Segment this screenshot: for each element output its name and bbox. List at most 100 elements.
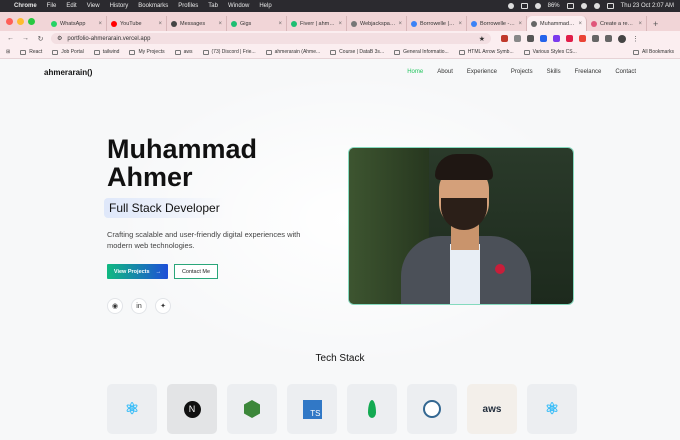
maximize-window-button[interactable] — [28, 18, 35, 25]
download-icon[interactable] — [605, 35, 612, 42]
bookmark-aws[interactable]: aws — [174, 49, 193, 55]
reload-icon[interactable]: ↻ — [36, 35, 45, 43]
bookmark-tailwind[interactable]: tailwind — [93, 49, 119, 55]
menu-view[interactable]: View — [87, 3, 100, 9]
tab-close-icon[interactable]: × — [278, 21, 282, 27]
tab-label: Muhammad A... — [540, 20, 576, 27]
bookmark-html-arrow[interactable]: HTML Arrow Symb... — [458, 49, 514, 55]
linkedin-icon[interactable]: in — [131, 298, 147, 314]
forward-arrow-icon[interactable]: → — [21, 35, 30, 42]
tab-whatsapp[interactable]: WhatsApp × — [47, 16, 107, 31]
tab-favicon — [231, 20, 237, 27]
url-text[interactable]: portfolio-ahmerarain.vercel.app — [67, 36, 150, 42]
tab-webjacksparrow[interactable]: Webjacksparrow× — [347, 16, 407, 31]
all-bookmarks[interactable]: All Bookmarks — [633, 49, 674, 55]
bookmark-react[interactable]: React — [20, 49, 42, 55]
bookmark-job-portal[interactable]: Job Portal — [52, 49, 84, 55]
menu-tab[interactable]: Tab — [208, 3, 218, 9]
extension-icon[interactable] — [553, 35, 560, 42]
nav-home[interactable]: Home — [407, 69, 423, 75]
nav-projects[interactable]: Projects — [511, 69, 533, 75]
site-logo[interactable]: ahmerarain() — [44, 68, 92, 77]
new-tab-icon[interactable]: + — [653, 16, 658, 31]
record-icon[interactable] — [507, 3, 514, 9]
bookmark-various-styles[interactable]: Various Styles CS... — [523, 49, 577, 55]
gmail-icon[interactable] — [579, 35, 586, 42]
view-projects-button[interactable]: View Projects → — [107, 264, 168, 279]
tab-close-icon[interactable]: × — [638, 21, 642, 27]
kebab-menu-icon[interactable]: ⋮ — [632, 35, 639, 43]
address-bar[interactable]: ⚙ portfolio-ahmerarain.vercel.app ★ — [51, 33, 491, 44]
site-info-icon[interactable]: ⚙ — [57, 35, 62, 42]
back-arrow-icon[interactable]: ← — [6, 35, 15, 42]
tab-messages[interactable]: Messages × — [167, 16, 227, 31]
tab-borrowelle-1[interactable]: Borrowelle | Tu...× — [407, 16, 467, 31]
nav-contact[interactable]: Contact — [615, 69, 636, 75]
tab-close-icon[interactable]: × — [458, 21, 462, 27]
social-links: ◉ in ✦ — [107, 298, 171, 314]
menu-clock[interactable]: Thu 23 Oct 2:07 AM — [621, 3, 674, 9]
bookmark-label: All Bookmarks — [642, 49, 674, 55]
apps-grid-icon[interactable]: ⊞ — [6, 49, 10, 55]
folder-icon — [633, 49, 640, 55]
control-center-icon[interactable] — [606, 3, 614, 9]
tab-close-icon[interactable]: × — [578, 21, 582, 27]
menu-profiles[interactable]: Profiles — [178, 3, 198, 9]
nav-freelance[interactable]: Freelance — [575, 69, 602, 75]
menu-app-name[interactable]: Chrome — [14, 3, 37, 9]
tab-portfolio-active[interactable]: Muhammad A... × — [527, 16, 587, 31]
nav-about[interactable]: About — [437, 69, 453, 75]
user-icon[interactable] — [534, 3, 541, 9]
tab-youtube[interactable]: YouTube × — [107, 16, 167, 31]
extension-icon[interactable] — [501, 35, 508, 42]
tab-close-icon[interactable]: × — [398, 21, 402, 27]
bookmark-discord[interactable]: (73) Discord | Frie... — [202, 49, 256, 55]
menu-window[interactable]: Window — [228, 3, 249, 9]
profile-photo — [349, 148, 573, 304]
tab-close-icon[interactable]: × — [98, 21, 102, 27]
extension-icon[interactable] — [540, 35, 547, 42]
extension-icon[interactable] — [566, 35, 573, 42]
close-window-button[interactable] — [6, 18, 13, 25]
battery-icon[interactable] — [566, 3, 574, 9]
bookmark-star-icon[interactable]: ★ — [479, 35, 485, 43]
tab-label: Gigs — [240, 20, 252, 27]
puzzle-icon[interactable] — [592, 35, 599, 42]
bookmark-label: aws — [183, 49, 193, 55]
github-icon[interactable]: ◉ — [107, 298, 123, 314]
extension-icon[interactable] — [514, 35, 521, 42]
tab-borrowelle-2[interactable]: Borrowelle - K... × — [467, 16, 527, 31]
menu-bookmarks[interactable]: Bookmarks — [138, 3, 168, 9]
tab-fiverr[interactable]: Fiverr | ahmer... × — [287, 16, 347, 31]
tab-close-icon[interactable]: × — [218, 21, 222, 27]
tab-close-icon[interactable]: × — [158, 21, 162, 27]
search-icon[interactable] — [593, 3, 600, 9]
menu-help[interactable]: Help — [259, 3, 271, 9]
nodejs-icon — [244, 400, 260, 418]
bookmark-github[interactable]: ahmerarain (Ahme... — [265, 49, 320, 55]
nav-experience[interactable]: Experience — [467, 69, 497, 75]
menu-file[interactable]: File — [47, 3, 57, 9]
tab-favicon — [51, 20, 57, 27]
twitter-icon[interactable]: ✦ — [155, 298, 171, 314]
nav-skills[interactable]: Skills — [547, 69, 561, 75]
tab-create-record[interactable]: Create a recor...× — [587, 16, 647, 31]
page-icon — [458, 49, 465, 55]
minimize-window-button[interactable] — [17, 18, 24, 25]
menu-history[interactable]: History — [110, 3, 129, 9]
tab-gigs[interactable]: Gigs × — [227, 16, 287, 31]
contact-me-button[interactable]: Contact Me — [174, 264, 218, 279]
bookmark-label: Job Portal — [61, 49, 84, 55]
bookmark-my-projects[interactable]: My Projects — [129, 49, 165, 55]
bookmark-course[interactable]: Course | DataB 3s... — [330, 49, 384, 55]
wifi-icon[interactable] — [580, 3, 587, 9]
menu-edit[interactable]: Edit — [66, 3, 76, 9]
bookmark-general-info[interactable]: General Informatio... — [394, 49, 449, 55]
display-icon[interactable] — [520, 3, 528, 9]
extension-icon[interactable] — [527, 35, 534, 42]
profile-avatar[interactable] — [618, 34, 626, 43]
tab-label: WhatsApp — [60, 20, 86, 27]
tab-close-icon[interactable]: × — [518, 21, 522, 27]
tab-close-icon[interactable]: × — [338, 21, 342, 27]
react-icon: ⚛ — [124, 401, 140, 418]
